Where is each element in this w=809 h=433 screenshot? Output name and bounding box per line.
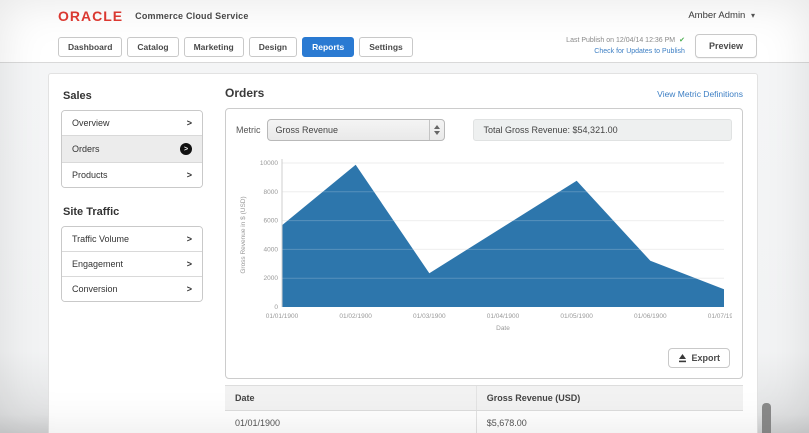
page-background: Sales Overview > Orders > Products > Sit…	[0, 63, 809, 433]
sidebar-section-site-traffic: Site Traffic	[63, 206, 120, 218]
export-row: Export	[236, 348, 730, 368]
sidebar-item-traffic-volume[interactable]: Traffic Volume >	[62, 227, 202, 252]
check-updates-link[interactable]: Check for Updates to Publish	[566, 47, 685, 58]
tab-reports[interactable]: Reports	[302, 36, 355, 57]
metric-label: Metric	[236, 125, 261, 135]
sidebar-item-orders[interactable]: Orders >	[62, 136, 202, 163]
svg-text:8000: 8000	[264, 189, 279, 196]
main-content: Orders View Metric Definitions Metric Gr…	[215, 74, 757, 433]
svg-text:Gross Revenue in $ (USD): Gross Revenue in $ (USD)	[240, 196, 247, 273]
preview-button[interactable]: Preview	[694, 34, 757, 58]
triangle-up-icon	[433, 125, 440, 129]
cell-date: 01/01/1900	[225, 410, 477, 433]
tab-catalog[interactable]: Catalog	[127, 36, 179, 57]
product-name: Commerce Cloud Service	[135, 10, 249, 21]
main-header: Orders View Metric Definitions	[225, 86, 743, 100]
svg-text:01/03/1900: 01/03/1900	[413, 313, 446, 320]
chart-container: 0 2000 4000 6000 8000 10000 01/01/1900 01/02/19…	[236, 149, 741, 346]
table-header-row: Date Gross Revenue (USD)	[225, 385, 743, 411]
export-label: Export	[691, 353, 720, 363]
sidebar: Sales Overview > Orders > Products > Sit…	[49, 74, 215, 433]
svg-text:6000: 6000	[264, 218, 279, 225]
tab-dashboard[interactable]: Dashboard	[58, 36, 123, 57]
export-button[interactable]: Export	[668, 348, 730, 368]
tab-design[interactable]: Design	[248, 36, 298, 57]
sidebar-item-label: Traffic Volume	[72, 234, 130, 244]
tab-marketing[interactable]: Marketing	[183, 36, 244, 57]
nav-bar: Dashboard Catalog Marketing Design Repor…	[0, 31, 809, 63]
sidebar-item-overview[interactable]: Overview >	[62, 111, 202, 136]
view-metric-definitions-link[interactable]: View Metric Definitions	[657, 89, 743, 99]
svg-text:2000: 2000	[264, 275, 279, 282]
chevron-down-icon: ▾	[750, 11, 755, 20]
sidebar-item-conversion[interactable]: Conversion >	[62, 277, 202, 301]
export-icon	[679, 353, 687, 362]
svg-text:01/07/1900: 01/07/1900	[708, 313, 732, 320]
selected-circle-arrow-icon: >	[180, 143, 192, 155]
metric-select-value: Gross Revenue	[275, 125, 339, 135]
svg-text:4000: 4000	[264, 246, 279, 253]
svg-text:01/01/1900: 01/01/1900	[266, 313, 299, 320]
svg-text:10000: 10000	[260, 160, 278, 167]
total-revenue-box: Total Gross Revenue: $54,321.00	[472, 119, 732, 141]
sidebar-item-products[interactable]: Products >	[62, 163, 202, 187]
page-title: Orders	[225, 86, 265, 100]
chevron-right-icon: >	[186, 234, 192, 244]
total-revenue-text: Total Gross Revenue: $54,321.00	[483, 125, 618, 135]
metric-select[interactable]: Gross Revenue	[266, 119, 445, 141]
sidebar-item-label: Orders	[72, 144, 100, 154]
user-name: Amber Admin	[688, 10, 746, 21]
top-bar: ORACLE Commerce Cloud Service Amber Admi…	[0, 0, 809, 31]
chevron-right-icon: >	[186, 170, 192, 180]
sidebar-section-sales: Sales	[63, 90, 92, 102]
site-traffic-group: Traffic Volume > Engagement > Conversion…	[61, 226, 203, 302]
content-card: Sales Overview > Orders > Products > Sit…	[48, 73, 758, 433]
triangle-down-icon	[433, 131, 440, 135]
svg-text:01/02/1900: 01/02/1900	[339, 313, 372, 320]
svg-text:Date: Date	[496, 325, 510, 332]
svg-text:01/04/1900: 01/04/1900	[487, 313, 520, 320]
sidebar-item-engagement[interactable]: Engagement >	[62, 252, 202, 277]
cell-revenue: $5,678.00	[475, 410, 743, 433]
svg-text:01/05/1900: 01/05/1900	[560, 313, 593, 320]
last-publish-label: Last Publish on 12/04/14 12:36 PM	[566, 37, 676, 44]
tab-settings[interactable]: Settings	[359, 36, 413, 57]
sidebar-item-label: Overview	[72, 118, 110, 128]
chevron-right-icon: >	[186, 259, 192, 269]
vertical-scrollbar-thumb[interactable]	[762, 403, 771, 433]
chevron-right-icon: >	[186, 118, 192, 128]
revenue-area-chart: 0 2000 4000 6000 8000 10000 01/01/1900 01/02/19…	[240, 159, 741, 332]
user-menu[interactable]: Amber Admin ▾	[688, 10, 755, 21]
oracle-logo: ORACLE	[58, 7, 124, 24]
select-stepper-icon	[428, 120, 444, 140]
publish-status: Last Publish on 12/04/14 12:36 PM ✔ Chec…	[566, 34, 685, 58]
sidebar-item-label: Engagement	[72, 259, 124, 269]
revenue-table: Date Gross Revenue (USD) 01/01/1900 $5,6…	[225, 385, 743, 433]
chevron-right-icon: >	[186, 284, 192, 294]
table-row[interactable]: 01/01/1900 $5,678.00	[225, 410, 743, 433]
check-icon: ✔	[679, 37, 685, 44]
sales-group: Overview > Orders > Products >	[61, 110, 203, 188]
publish-area: Last Publish on 12/04/14 12:36 PM ✔ Chec…	[566, 34, 757, 58]
sidebar-item-label: Conversion	[72, 284, 118, 294]
metric-row: Metric Gross Revenue Total Gross Revenue…	[236, 119, 732, 141]
last-publish-text: Last Publish on 12/04/14 12:36 PM ✔	[566, 36, 685, 47]
sidebar-item-label: Products	[72, 170, 108, 180]
report-panel: Metric Gross Revenue Total Gross Revenue…	[225, 108, 743, 379]
column-header-gross-revenue: Gross Revenue (USD)	[475, 385, 743, 411]
svg-text:01/06/1900: 01/06/1900	[634, 313, 667, 320]
svg-text:0: 0	[274, 304, 278, 311]
column-header-date: Date	[225, 385, 477, 411]
